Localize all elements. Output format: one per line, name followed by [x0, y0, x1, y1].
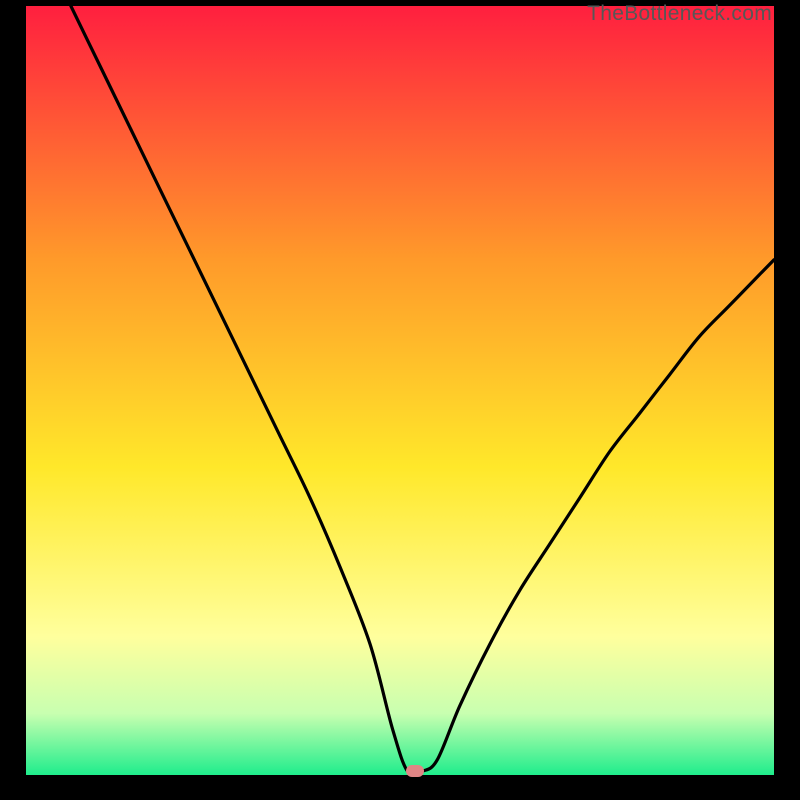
plot-area	[26, 6, 774, 775]
optimal-marker	[406, 765, 424, 777]
watermark-label: TheBottleneck.com	[587, 2, 772, 26]
chart-stage: TheBottleneck.com	[0, 0, 800, 800]
bottleneck-curve	[26, 6, 774, 775]
